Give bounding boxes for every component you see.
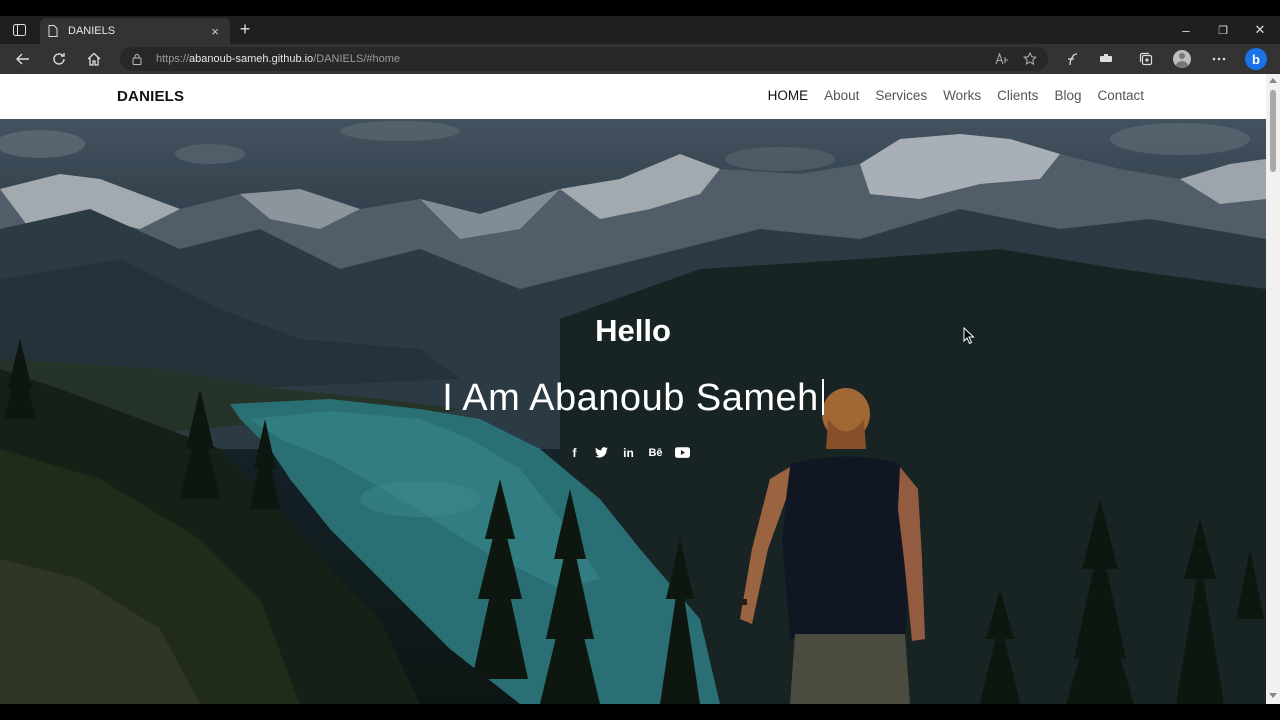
back-button[interactable]	[10, 47, 36, 71]
behance-icon[interactable]: Bē	[647, 444, 664, 461]
site-logo[interactable]: DANIELS	[117, 88, 184, 105]
nav-link-blog[interactable]: Blog	[1054, 88, 1081, 103]
home-button[interactable]	[81, 47, 107, 71]
back-arrow-icon	[16, 53, 29, 65]
read-aloud-icon[interactable]	[992, 51, 1012, 67]
new-tab-button[interactable]: +	[234, 20, 256, 40]
browser-tab[interactable]: DANIELS ×	[40, 18, 230, 44]
url-path: /DANIELS/#home	[313, 53, 401, 65]
mouse-cursor-icon	[963, 327, 975, 345]
favorite-star-icon[interactable]	[1020, 51, 1040, 67]
social-links: f in Bē	[566, 444, 691, 461]
nav-link-works[interactable]: Works	[943, 88, 981, 103]
scroll-up-icon[interactable]	[1269, 78, 1277, 83]
hero-section: Hello I Am Abanoub Sameh f in Bē	[0, 119, 1266, 704]
scroll-down-icon[interactable]	[1269, 693, 1277, 698]
refresh-button[interactable]	[46, 47, 72, 71]
bing-icon: b	[1245, 48, 1267, 70]
page-viewport: DANIELS HOME About Services Works Clients Blo…	[0, 74, 1266, 704]
browser-tab-strip: DANIELS × + – ❐ ✕	[0, 16, 1280, 44]
minimize-button[interactable]: –	[1167, 16, 1205, 44]
url-text[interactable]: https://abanoub-sameh.github.io/DANIELS/…	[156, 53, 400, 65]
hero-greeting: Hello	[595, 313, 671, 348]
screen: DANIELS × + – ❐ ✕ https://abanoub-sameh.…	[0, 0, 1280, 720]
nav-link-clients[interactable]: Clients	[997, 88, 1038, 103]
home-icon	[87, 52, 101, 66]
nav-link-contact[interactable]: Contact	[1097, 88, 1144, 103]
url-host: abanoub-sameh.github.io	[189, 53, 314, 65]
typing-caret	[821, 379, 824, 415]
restore-button[interactable]: ❐	[1204, 16, 1242, 44]
lock-icon[interactable]	[132, 52, 146, 66]
close-window-button[interactable]: ✕	[1241, 16, 1279, 44]
main-navigation: HOME About Services Works Clients Blog Contact	[768, 88, 1144, 103]
profile-button[interactable]	[1169, 47, 1195, 71]
tab-close-icon[interactable]: ×	[208, 24, 222, 39]
performance-icon[interactable]	[1059, 47, 1085, 71]
linkedin-icon[interactable]: in	[620, 444, 637, 461]
page-icon	[48, 24, 60, 38]
site-header: DANIELS HOME About Services Works Clients Blo…	[0, 74, 1266, 119]
twitter-icon[interactable]	[593, 444, 610, 461]
browser-toolbar: https://abanoub-sameh.github.io/DANIELS/…	[0, 44, 1280, 74]
hero-tagline: I Am Abanoub Sameh	[0, 377, 1266, 420]
extensions-icon[interactable]	[1093, 47, 1119, 71]
tab-title: DANIELS	[68, 25, 116, 37]
facebook-icon[interactable]: f	[566, 444, 583, 461]
nav-link-about[interactable]: About	[824, 88, 859, 103]
youtube-icon[interactable]	[674, 444, 691, 461]
url-scheme: https://	[156, 53, 190, 65]
nav-link-services[interactable]: Services	[875, 88, 927, 103]
hero-tagline-text: I Am Abanoub Sameh	[442, 377, 819, 419]
refresh-icon	[53, 53, 65, 65]
collections-icon[interactable]	[1133, 47, 1159, 71]
bing-copilot-button[interactable]: b	[1243, 47, 1269, 71]
page-scrollbar[interactable]	[1266, 74, 1280, 704]
tab-actions-icon[interactable]	[8, 20, 30, 40]
address-bar[interactable]: https://abanoub-sameh.github.io/DANIELS/…	[120, 47, 1048, 71]
more-menu-icon[interactable]	[1206, 47, 1232, 71]
scrollbar-thumb[interactable]	[1270, 90, 1276, 172]
nav-link-home[interactable]: HOME	[768, 88, 809, 103]
avatar	[1173, 50, 1191, 68]
